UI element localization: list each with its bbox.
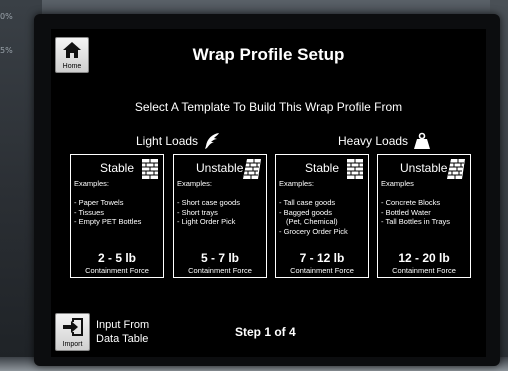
card-title: Unstable — [400, 161, 448, 175]
unstable-pallet-icon — [447, 159, 465, 179]
containment-force-label: Containment Force — [188, 266, 252, 275]
page-title: Wrap Profile Setup — [192, 45, 345, 64]
import-text-line1: Input From — [96, 319, 150, 331]
card-header: Stable — [71, 158, 163, 179]
example-item: - Grocery Order Pick — [279, 226, 348, 236]
examples-label: Examples: — [177, 179, 213, 188]
containment-force-value: 7 - 12 lb — [299, 251, 345, 265]
card-title: Stable — [305, 161, 340, 175]
card-header: Unstable — [174, 158, 266, 179]
examples-label: Examples: — [74, 179, 110, 188]
step-indicator: Step 1 of 4 — [235, 325, 296, 339]
examples-label: Examples — [381, 179, 414, 188]
template-card-heavy-unstable[interactable]: Unstable Examples - Concrete Blocks - Bo… — [377, 154, 471, 278]
template-card-heavy-stable[interactable]: Stable Examples: - Tall case goods - Bag… — [275, 154, 369, 278]
template-card-light-unstable[interactable]: Unstable Examples: - Short case goods - … — [173, 154, 267, 278]
example-item: (Pet, Chemical) — [286, 217, 338, 226]
template-prompt: Select A Template To Build This Wrap Pro… — [134, 100, 403, 114]
containment-force-value: 2 - 5 lb — [97, 251, 136, 265]
heavy-loads-heading: Heavy Loads — [338, 132, 431, 150]
containment-force-value: 12 - 20 lb — [398, 251, 450, 265]
example-list: - Concrete Blocks - Bottled Water - Tall… — [381, 198, 450, 227]
example-item: - Light Order Pick — [177, 217, 236, 226]
example-item: - Bagged goods — [279, 207, 332, 217]
example-item: - Concrete Blocks — [381, 198, 441, 207]
light-loads-label: Light Loads — [136, 134, 199, 148]
light-loads-heading: Light Loads — [136, 132, 221, 150]
card-header: Unstable — [378, 158, 470, 179]
card-title: Unstable — [196, 161, 244, 175]
import-text-line2: Data Table — [96, 333, 149, 345]
background-percent-top: 0% — [0, 12, 13, 21]
containment-force-label: Containment Force — [85, 266, 149, 275]
example-list: - Paper Towels - Tissues - Empty PET Bot… — [74, 198, 141, 227]
example-item: - Empty PET Bottles — [74, 217, 142, 226]
examples-label: Examples: — [279, 179, 315, 188]
import-button-label: Import — [62, 341, 83, 348]
weight-icon — [414, 132, 431, 149]
import-button[interactable]: Import — [55, 313, 90, 351]
template-card-light-stable[interactable]: Stable Examples: - Paper Towels - Tissue… — [70, 154, 164, 278]
example-list: - Short case goods - Short trays - Light… — [177, 198, 240, 227]
example-item: - Tall case goods — [279, 198, 336, 207]
example-item: - Paper Towels — [74, 198, 124, 207]
containment-force-label: Containment Force — [392, 266, 456, 275]
stable-pallet-icon — [142, 159, 158, 179]
import-description: Input From Data Table — [96, 318, 149, 346]
containment-force-value: 5 - 7 lb — [200, 251, 239, 265]
hmi-screen: Home Wrap Profile Setup Select A Templat… — [51, 29, 486, 357]
example-item: - Tissues — [74, 207, 105, 217]
unstable-pallet-icon — [243, 159, 261, 179]
card-header: Stable — [276, 158, 368, 179]
feather-icon — [205, 133, 220, 149]
stable-pallet-icon — [347, 159, 363, 179]
background-percent-mid: 5% — [0, 46, 13, 55]
containment-force-label: Containment Force — [290, 266, 354, 275]
heavy-loads-label: Heavy Loads — [338, 134, 409, 148]
example-item: - Bottled Water — [381, 207, 431, 217]
card-title: Stable — [100, 161, 135, 175]
example-item: - Short trays — [177, 207, 218, 217]
example-item: - Short case goods — [177, 198, 240, 207]
example-list: - Tall case goods - Bagged goods (Pet, C… — [279, 198, 348, 236]
import-icon — [62, 318, 83, 336]
example-item: - Tall Bottles in Trays — [381, 217, 451, 226]
